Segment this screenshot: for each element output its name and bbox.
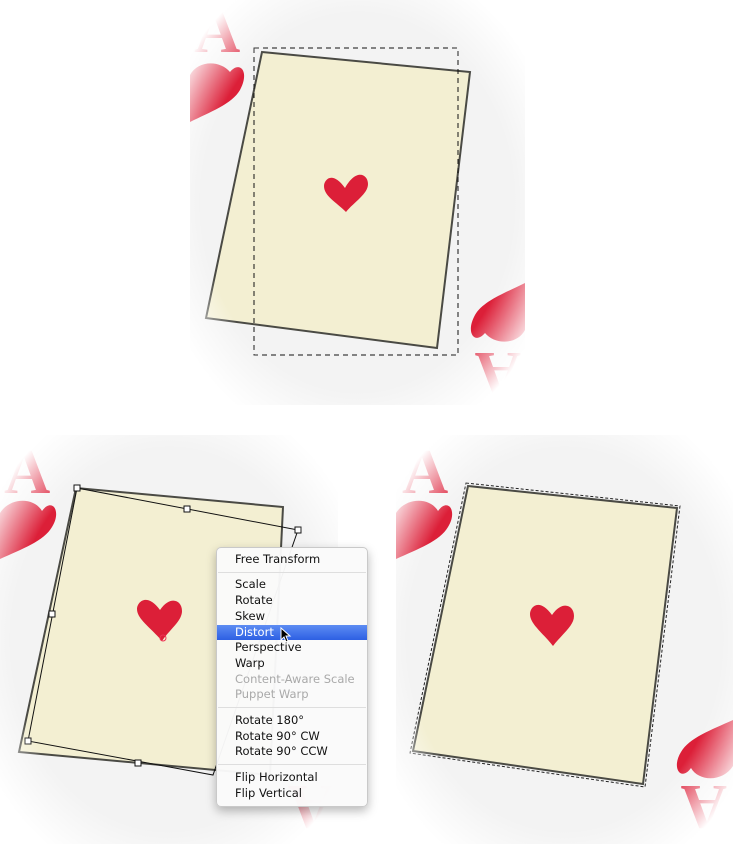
menu-item-rotate-180[interactable]: Rotate 180° bbox=[217, 713, 367, 728]
menu-separator bbox=[218, 707, 366, 708]
menu-item-content-aware-scale: Content-Aware Scale bbox=[235, 672, 355, 686]
menu-item-rotate-90-ccw[interactable]: Rotate 90° CCW bbox=[217, 744, 367, 759]
menu-item-distort[interactable]: Distort bbox=[217, 625, 367, 640]
before-panel: A A bbox=[190, 0, 525, 405]
menu-item-flip-vertical[interactable]: Flip Vertical bbox=[217, 786, 367, 801]
menu-item-perspective[interactable]: Perspective bbox=[217, 640, 367, 655]
canvas-before: A A bbox=[190, 0, 525, 405]
transform-context-menu: Free Transform Scale Rotate Skew Distort… bbox=[216, 547, 368, 807]
menu-item-rotate[interactable]: Rotate bbox=[217, 593, 367, 608]
after-panel: A A bbox=[396, 435, 733, 844]
vignette bbox=[190, 0, 525, 405]
canvas-after: A A bbox=[396, 435, 733, 844]
menu-item-scale[interactable]: Scale bbox=[217, 577, 367, 592]
menu-item-free-transform[interactable]: Free Transform bbox=[217, 552, 367, 567]
menu-separator bbox=[218, 764, 366, 765]
menu-item-rotate-90-cw[interactable]: Rotate 90° CW bbox=[217, 729, 367, 744]
menu-item-flip-horizontal[interactable]: Flip Horizontal bbox=[217, 770, 367, 785]
menu-separator bbox=[218, 572, 366, 573]
menu-item-warp[interactable]: Warp bbox=[217, 656, 367, 671]
menu-item-skew[interactable]: Skew bbox=[217, 609, 367, 624]
menu-item-puppet-warp: Puppet Warp bbox=[235, 687, 309, 701]
vignette bbox=[396, 435, 733, 844]
arrow-pointer-icon bbox=[280, 627, 292, 643]
